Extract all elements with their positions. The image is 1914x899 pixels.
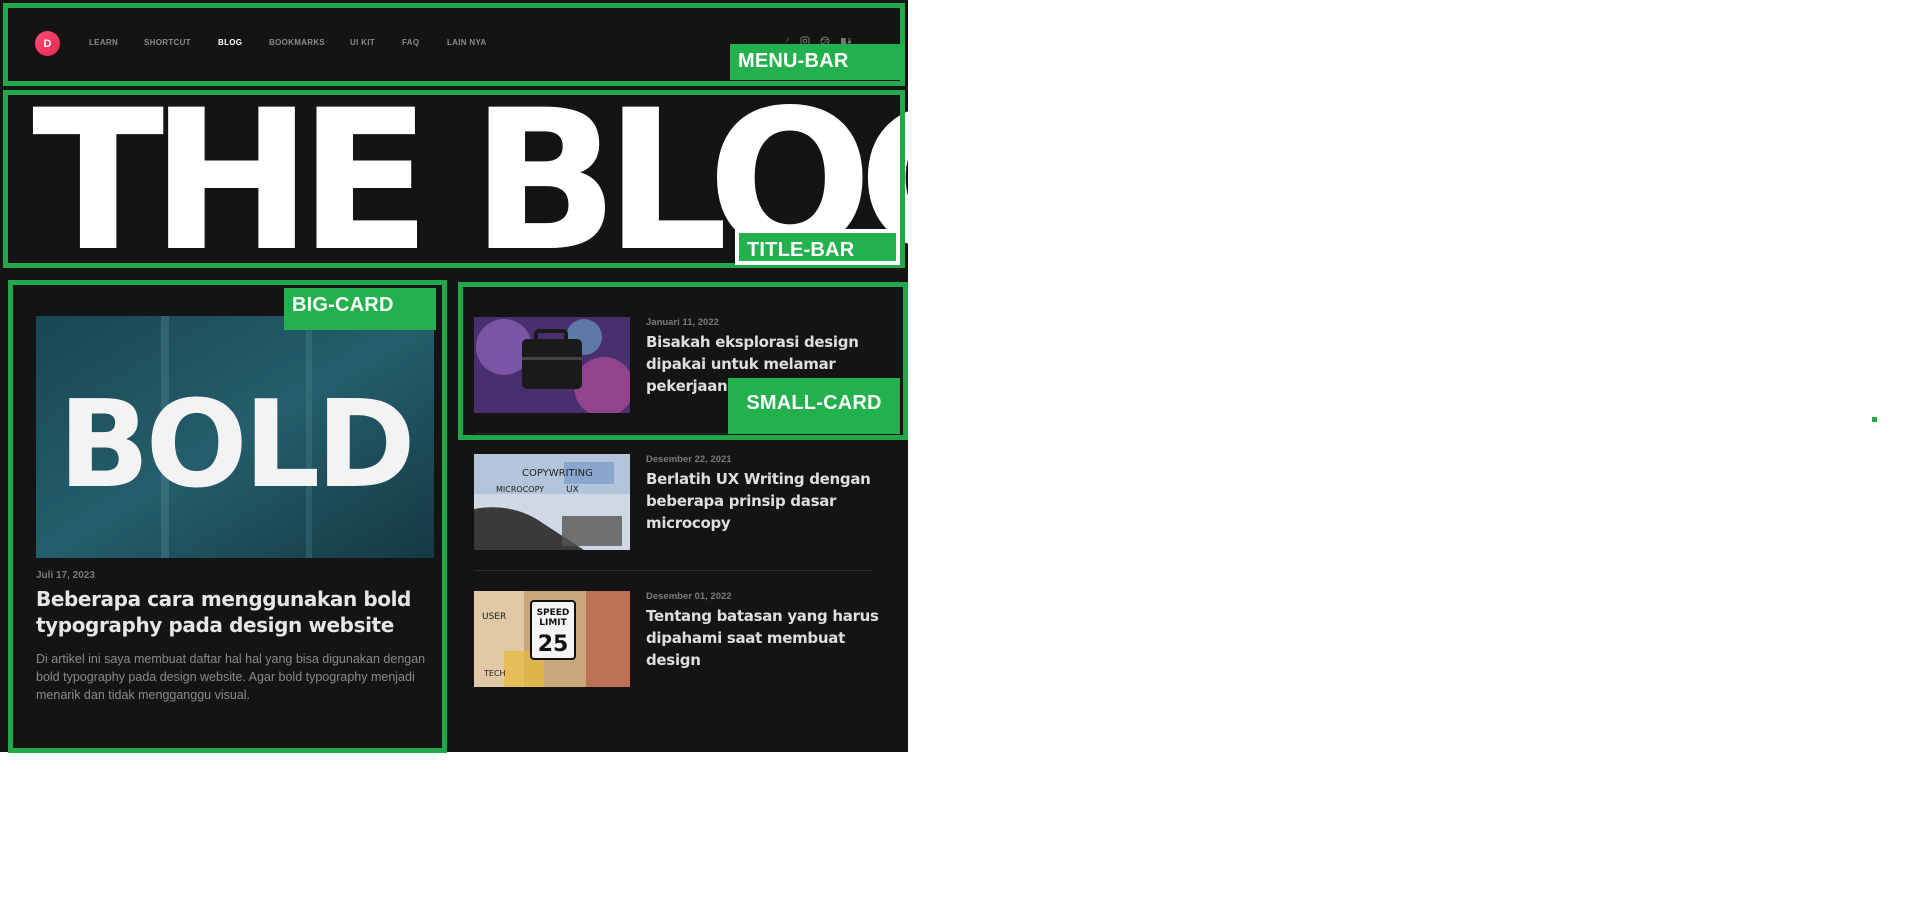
post-card[interactable]: SPEED LIMIT 25 USER TECH Desember 01, 20… [474, 591, 879, 687]
post-image[interactable]: SPEED LIMIT 25 USER TECH [474, 591, 630, 687]
post-image-text: USER [482, 612, 506, 622]
post-image-text: COPYWRITING [522, 468, 593, 479]
post-divider [474, 570, 872, 571]
post-card[interactable]: COPYWRITING MICROCOPY UX Desember 22, 20… [474, 454, 874, 550]
post-image-text: 25 [538, 632, 569, 657]
small-card-label: SMALL-CARD [728, 378, 900, 434]
post-image-text: UX [566, 485, 579, 495]
post-title[interactable]: Berlatih UX Writing dengan beberapa prin… [646, 468, 886, 534]
menu-bar-label: MENU-BAR [730, 44, 905, 80]
big-card-label: BIG-CARD [284, 288, 436, 330]
post-image-text: TECH [483, 669, 506, 678]
big-card-outline [8, 280, 447, 753]
post-image-text: LIMIT [539, 618, 567, 628]
post-image-text: MICROCOPY [496, 485, 544, 494]
title-bar-label: TITLE-BAR [735, 229, 900, 265]
post-image-text: SPEED [537, 608, 570, 618]
marker-dot [1872, 417, 1877, 422]
post-title[interactable]: Tentang batasan yang harus dipahami saat… [646, 605, 886, 671]
post-date: Desember 22, 2021 [646, 454, 732, 465]
post-date: Desember 01, 2022 [646, 591, 732, 602]
post-image[interactable]: COPYWRITING MICROCOPY UX [474, 454, 630, 550]
